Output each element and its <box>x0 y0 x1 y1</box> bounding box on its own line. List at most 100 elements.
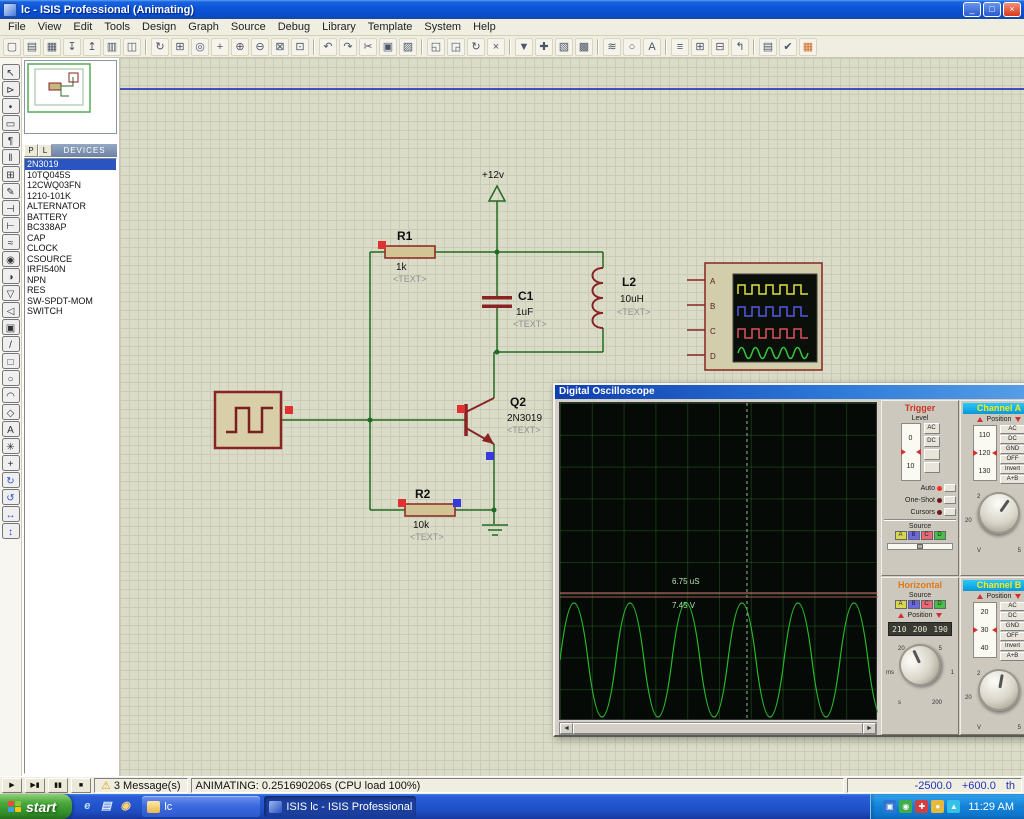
tape-recorder-icon[interactable]: ◉ <box>1 251 20 267</box>
oscilloscope-window[interactable]: Digital Oscilloscope 6.75 uS 7.45 V ◄ ► <box>553 383 1024 737</box>
selection-pointer-icon[interactable]: ↖ <box>1 64 20 80</box>
terminal-icon[interactable]: ⊣ <box>1 200 20 216</box>
instant-edit-icon[interactable]: ✎ <box>1 183 20 199</box>
device-item[interactable]: 12CWQ03FN <box>25 180 116 191</box>
horizontal-source-d-button[interactable]: D <box>933 600 946 609</box>
export-section-icon[interactable]: ↥ <box>83 37 101 56</box>
trigger-auto-button[interactable] <box>944 484 956 492</box>
media-player-icon[interactable]: ◉ <box>117 799 133 815</box>
search-tag-icon[interactable]: ○ <box>623 37 641 56</box>
redo-icon[interactable]: ↷ <box>339 37 357 56</box>
oscilloscope-title-bar[interactable]: Digital Oscilloscope <box>555 385 1024 399</box>
horizontal-source-b-button[interactable]: B <box>907 600 920 609</box>
import-section-icon[interactable]: ↧ <box>63 37 81 56</box>
zoom-all-icon[interactable]: ⊠ <box>271 37 289 56</box>
ground-symbol[interactable] <box>482 524 508 536</box>
taskbar-task-lc[interactable]: lc <box>142 796 261 817</box>
arc-2d-icon[interactable]: ◠ <box>1 387 20 403</box>
device-item[interactable]: RES <box>25 285 116 296</box>
box-2d-icon[interactable]: □ <box>1 353 20 369</box>
channel-a-dc-button[interactable]: DC <box>999 435 1024 444</box>
antivirus-tray-icon[interactable]: ✚ <box>915 800 929 813</box>
messenger-tray-icon[interactable]: ▲ <box>947 800 961 813</box>
minimize-button[interactable]: _ <box>963 2 981 17</box>
device-item[interactable]: 1210-101K <box>25 191 116 202</box>
toggle-grid-icon[interactable]: ⊞ <box>171 37 189 56</box>
save-design-icon[interactable]: ▦ <box>43 37 61 56</box>
menu-item[interactable]: System <box>418 20 467 34</box>
horizontal-source-c-button[interactable]: C <box>920 600 933 609</box>
remove-sheet-icon[interactable]: ⊟ <box>711 37 729 56</box>
pick-device-icon[interactable]: ▼ <box>515 37 533 56</box>
pan-icon[interactable]: + <box>211 37 229 56</box>
paste-icon[interactable]: ▨ <box>399 37 417 56</box>
virtual-instruments-icon[interactable]: ▣ <box>1 319 20 335</box>
resistor-r1[interactable] <box>384 245 436 259</box>
channel-a-invert-button[interactable]: Invert <box>999 465 1024 474</box>
device-item[interactable]: 10TQ045S <box>25 170 116 181</box>
horizontal-position-right-arrow[interactable] <box>936 612 943 618</box>
channel-b-position-down-arrow[interactable] <box>1015 593 1022 599</box>
trigger-edge-rising-button[interactable] <box>923 449 940 460</box>
channel-b-add-button[interactable]: A+B <box>999 652 1024 661</box>
device-item[interactable]: IRFI540N <box>25 264 116 275</box>
electrical-rule-check-icon[interactable]: ✔ <box>779 37 797 56</box>
zoom-in-icon[interactable]: ⊕ <box>231 37 249 56</box>
channel-a-position-scale[interactable]: 110 120 130 <box>972 425 997 481</box>
wire-label-icon[interactable]: ▭ <box>1 115 20 131</box>
symbol-2d-icon[interactable]: ✳ <box>1 438 20 454</box>
start-button[interactable]: start <box>0 794 73 819</box>
channel-a-off-button[interactable]: OFF <box>999 455 1024 464</box>
step-button[interactable]: ▶▮ <box>25 778 45 793</box>
rotate-cw-icon[interactable]: ↻ <box>1 472 20 488</box>
trigger-source-d-button[interactable]: D <box>933 531 946 540</box>
device-item[interactable]: CLOCK <box>25 243 116 254</box>
trigger-source-c-button[interactable]: C <box>920 531 933 540</box>
menu-item[interactable]: Tools <box>98 20 136 34</box>
channel-a-gnd-button[interactable]: GND <box>999 445 1024 454</box>
component-mode-icon[interactable]: ⊳ <box>1 81 20 97</box>
pulse-generator[interactable] <box>213 390 283 450</box>
print-icon[interactable]: ▥ <box>103 37 121 56</box>
mirror-v-icon[interactable]: ↕ <box>1 523 20 539</box>
copy-icon[interactable]: ▣ <box>379 37 397 56</box>
path-2d-icon[interactable]: ◇ <box>1 404 20 420</box>
new-file-icon[interactable]: ▢ <box>3 37 21 56</box>
refresh-icon[interactable]: ↻ <box>151 37 169 56</box>
device-item[interactable]: SW-SPDT-MOM <box>25 296 116 307</box>
new-sheet-icon[interactable]: ⊞ <box>691 37 709 56</box>
channel-a-position-down-arrow[interactable] <box>1015 416 1022 422</box>
packaging-tool-icon[interactable]: ▧ <box>555 37 573 56</box>
device-item[interactable]: CAP <box>25 233 116 244</box>
pick-parts-button[interactable]: P <box>24 144 38 157</box>
scroll-left-arrow[interactable]: ◄ <box>560 723 573 734</box>
block-delete-icon[interactable]: × <box>487 37 505 56</box>
device-list[interactable]: 2N3019 10TQ045S 12CWQ03FN 1210-101K ALTERNAT… <box>24 158 117 774</box>
update-tray-icon[interactable]: ● <box>931 800 945 813</box>
make-device-icon[interactable]: ✚ <box>535 37 553 56</box>
property-assignment-icon[interactable]: A <box>643 37 661 56</box>
scroll-right-arrow[interactable]: ► <box>863 723 876 734</box>
circle-2d-icon[interactable]: ○ <box>1 370 20 386</box>
close-button[interactable]: × <box>1003 2 1021 17</box>
device-item[interactable]: 2N3019 <box>25 159 116 170</box>
channel-b-ac-button[interactable]: AC <box>999 602 1024 611</box>
block-copy-icon[interactable]: ◱ <box>427 37 445 56</box>
open-design-icon[interactable]: ▤ <box>23 37 41 56</box>
volume-tray-icon[interactable]: ◉ <box>899 800 913 813</box>
device-pin-icon[interactable]: ⊢ <box>1 217 20 233</box>
channel-b-position-scale[interactable]: 20 30 40 <box>972 602 997 658</box>
bill-of-materials-icon[interactable]: ▤ <box>759 37 777 56</box>
menu-item[interactable]: Edit <box>67 20 98 34</box>
channel-b-gnd-button[interactable]: GND <box>999 622 1024 631</box>
rotate-ccw-icon[interactable]: ↺ <box>1 489 20 505</box>
channel-b-dc-button[interactable]: DC <box>999 612 1024 621</box>
menu-item[interactable]: File <box>2 20 32 34</box>
internet-explorer-icon[interactable]: e <box>79 799 95 815</box>
trigger-edge-falling-button[interactable] <box>923 462 940 473</box>
channel-b-position-up-arrow[interactable] <box>976 593 983 599</box>
trigger-ac-button[interactable]: AC <box>923 423 940 434</box>
stop-button[interactable]: ■ <box>71 778 91 793</box>
goto-sheet-icon[interactable]: ↰ <box>731 37 749 56</box>
voltage-probe-icon[interactable]: ▽ <box>1 285 20 301</box>
